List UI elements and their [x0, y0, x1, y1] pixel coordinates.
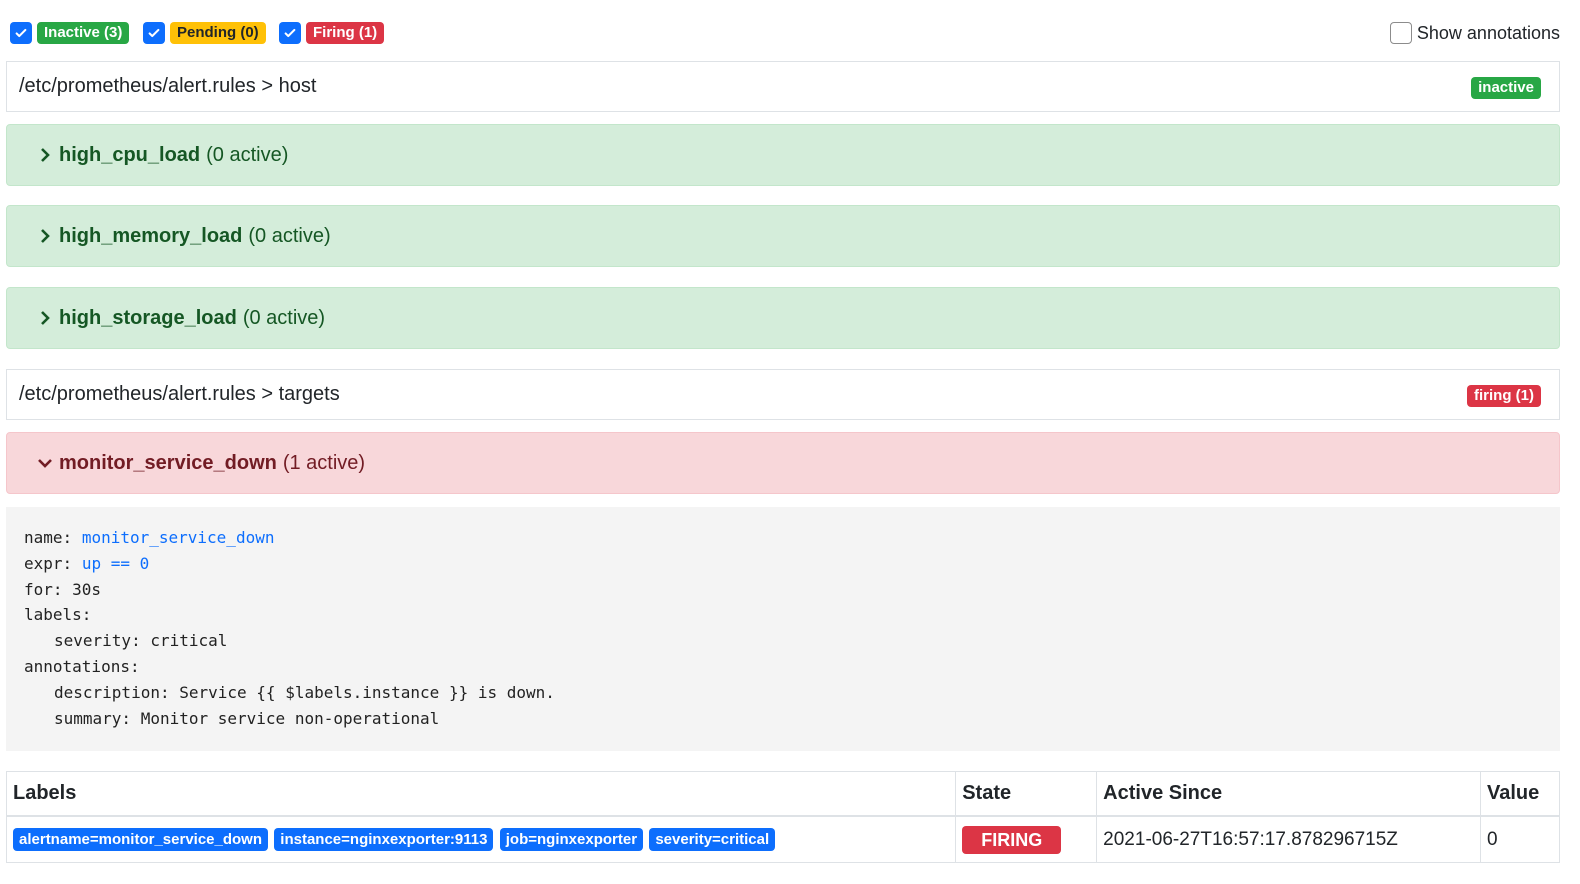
- state-cell: FIRING: [955, 815, 1098, 863]
- group-path: /etc/prometheus/alert.rules > targets: [19, 383, 340, 405]
- rule-name: high_cpu_load: [59, 143, 201, 166]
- code-summary: summary: Monitor service non-operational: [54, 708, 440, 728]
- show-annotations-checkbox[interactable]: [1389, 22, 1412, 44]
- col-header-state: State: [955, 771, 1098, 817]
- rule-active-count: (0 active): [248, 224, 331, 247]
- code-labels-key: labels:: [24, 605, 92, 625]
- check-icon[interactable]: [10, 22, 32, 44]
- chevron-down-icon: [38, 459, 52, 468]
- rule-high-cpu-load[interactable]: high_cpu_load (0 active): [6, 124, 1560, 186]
- chevron-right-icon: [41, 148, 50, 162]
- value-cell: 0: [1479, 815, 1561, 863]
- code-expr-key: expr:: [24, 553, 73, 573]
- label-badge: alertname=monitor_service_down: [13, 828, 269, 851]
- show-annotations-toggle[interactable]: Show annotations: [1389, 22, 1560, 44]
- group-status-badge: inactive: [1471, 77, 1541, 99]
- state-badge: FIRING: [962, 825, 1062, 854]
- label-badge: job=nginxexporter: [499, 828, 644, 851]
- group-path: /etc/prometheus/alert.rules > host: [19, 75, 317, 97]
- table-header-row: Labels State Active Since Value: [5, 771, 1561, 817]
- labels-cell: alertname=monitor_service_down instance=…: [5, 815, 957, 863]
- rule-high-storage-load[interactable]: high_storage_load (0 active): [6, 287, 1560, 349]
- check-icon[interactable]: [143, 22, 165, 44]
- code-severity: severity: critical: [54, 631, 228, 651]
- col-header-labels: Labels: [5, 771, 957, 817]
- filter-firing-label: Firing (1): [306, 22, 385, 44]
- rule-monitor-service-down[interactable]: monitor_service_down (1 active): [6, 432, 1560, 494]
- check-icon[interactable]: [279, 22, 301, 44]
- label-badge: instance=nginxexporter:9113: [274, 828, 494, 851]
- rule-name: high_storage_load: [59, 306, 237, 329]
- chevron-right-icon: [41, 229, 50, 243]
- filter-pending-label: Pending (0): [170, 22, 266, 44]
- col-header-value: Value: [1479, 771, 1561, 817]
- rule-high-memory-load[interactable]: high_memory_load (0 active): [6, 205, 1560, 267]
- rule-definition: name: monitor_service_down expr: up == 0…: [6, 507, 1560, 751]
- rule-name: monitor_service_down: [59, 451, 277, 474]
- group-status-badge: firing (1): [1467, 385, 1541, 407]
- rule-active-count: (0 active): [242, 306, 326, 329]
- code-name-value[interactable]: monitor_service_down: [82, 528, 275, 547]
- code-annotations-key: annotations:: [24, 656, 140, 676]
- filter-pending[interactable]: Pending (0): [143, 22, 266, 44]
- code-name-key: name:: [24, 528, 73, 547]
- rule-group-targets: /etc/prometheus/alert.rules > targets fi…: [6, 369, 1560, 420]
- rule-active-count: (0 active): [206, 143, 289, 166]
- active-since-cell: 2021-06-27T16:57:17.878296715Z: [1096, 815, 1481, 863]
- rule-name: high_memory_load: [59, 224, 243, 247]
- table-row: alertname=monitor_service_down instance=…: [5, 815, 1561, 863]
- chevron-right-icon: [41, 311, 50, 325]
- show-annotations-label: Show annotations: [1416, 22, 1560, 43]
- code-expr-value[interactable]: up == 0: [82, 554, 149, 573]
- filter-firing[interactable]: Firing (1): [279, 22, 385, 44]
- col-header-active-since: Active Since: [1096, 771, 1481, 817]
- code-for: for: 30s: [24, 579, 102, 599]
- filter-inactive-label: Inactive (3): [37, 22, 130, 44]
- filter-inactive[interactable]: Inactive (3): [10, 22, 130, 44]
- code-description: description: Service {{ $labels.instance…: [54, 682, 555, 702]
- alerts-table: Labels State Active Since Value alertnam…: [5, 771, 1561, 863]
- rule-group-host: /etc/prometheus/alert.rules > host inact…: [6, 61, 1560, 112]
- label-badge: severity=critical: [649, 828, 776, 851]
- rule-active-count: (1 active): [282, 451, 366, 474]
